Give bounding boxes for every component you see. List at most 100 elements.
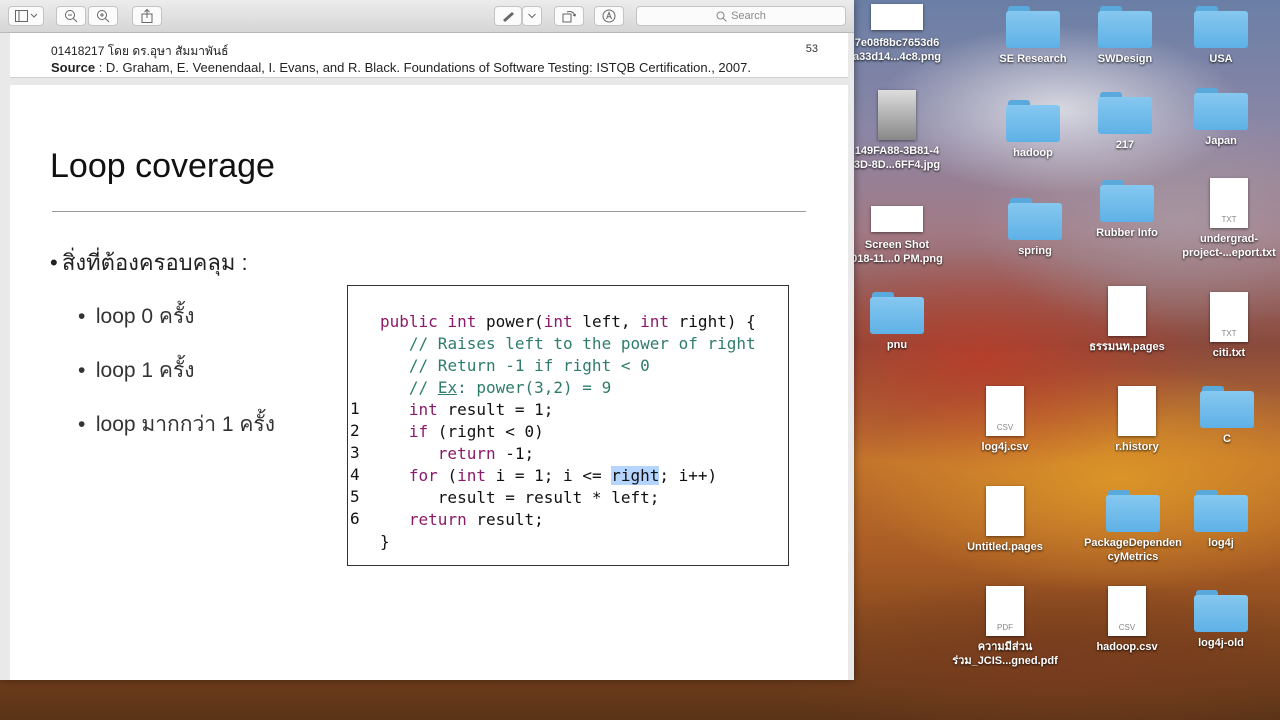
desktop-icon[interactable]: ธรรมนท.pages bbox=[1072, 286, 1182, 354]
desktop-icon[interactable]: 149FA88-3B81-4 3D-8D...6FF4.jpg bbox=[842, 90, 952, 172]
zoom-in-icon bbox=[97, 10, 110, 23]
sub-bullet: • loop 1 ครั้ง bbox=[78, 354, 194, 387]
source-line: Source : D. Graham, E. Veenendaal, I. Ev… bbox=[51, 60, 751, 75]
desktop-icon[interactable]: log4j-old bbox=[1166, 590, 1276, 650]
desktop-icon-label: Screen Shot 018-11...0 PM.png bbox=[851, 239, 943, 265]
folder-icon bbox=[1194, 88, 1248, 130]
desktop-icon-label: citi.txt bbox=[1212, 347, 1246, 359]
desktop-icon[interactable]: SWDesign bbox=[1070, 6, 1180, 66]
preview-window: Search 01418217 โดย ดร.อุษา สัมมาพันธ์ S… bbox=[0, 0, 854, 680]
preview-toolbar: Search bbox=[0, 0, 854, 33]
desktop-icon-label: ความมีส่วน ร่วม_JCIS...gned.pdf bbox=[952, 641, 1058, 667]
desktop-icon-label: Japan bbox=[1205, 135, 1237, 147]
document-icon: TXT bbox=[1210, 178, 1248, 228]
desktop-icon[interactable]: 217 bbox=[1070, 92, 1180, 152]
sub-bullet-text: loop 0 ครั้ง bbox=[95, 305, 195, 328]
desktop-icon[interactable]: TXT citi.txt bbox=[1174, 292, 1280, 360]
document-icon: PDF bbox=[986, 586, 1024, 636]
search-icon bbox=[716, 11, 727, 22]
document-icon bbox=[986, 486, 1024, 536]
folder-icon bbox=[1100, 180, 1154, 222]
desktop-icon-label: log4j.csv bbox=[981, 441, 1029, 453]
photo-thumbnail-icon bbox=[878, 90, 916, 140]
desktop-icon-label: SWDesign bbox=[1097, 53, 1153, 65]
desktop-icon-label: spring bbox=[1018, 245, 1052, 257]
desktop-icon[interactable]: Rubber Info bbox=[1072, 180, 1182, 240]
desktop-icon-label: USA bbox=[1209, 53, 1233, 65]
document-icon: CSV bbox=[986, 386, 1024, 436]
bullet-dot: • bbox=[78, 359, 86, 382]
share-icon bbox=[141, 9, 153, 23]
desktop-icon[interactable]: Screen Shot 018-11...0 PM.png bbox=[842, 206, 952, 266]
desktop-icon[interactable]: TXT undergrad- project-...eport.txt bbox=[1174, 178, 1280, 260]
course-line: 01418217 โดย ดร.อุษา สัมมาพันธ์ bbox=[51, 44, 229, 58]
folder-icon bbox=[1200, 386, 1254, 428]
document-icon bbox=[1108, 286, 1146, 336]
search-field[interactable]: Search bbox=[636, 6, 846, 26]
sub-bullet: • loop 0 ครั้ง bbox=[78, 300, 194, 333]
bullet-dot: • bbox=[78, 413, 86, 436]
code-listing: public int power(int left, int right) { … bbox=[380, 312, 756, 551]
source-label: Source bbox=[51, 60, 96, 75]
main-bullet-text: สิ่งที่ต้องครอบคลุม : bbox=[62, 250, 248, 275]
folder-icon bbox=[1006, 100, 1060, 142]
document-icon bbox=[1118, 386, 1156, 436]
zoom-out-button[interactable] bbox=[56, 6, 86, 26]
desktop-icon[interactable]: Japan bbox=[1166, 88, 1276, 148]
desktop-icon[interactable]: USA bbox=[1166, 6, 1276, 66]
image-thumbnail-icon bbox=[871, 4, 923, 30]
desktop-icon[interactable]: Untitled.pages bbox=[950, 486, 1060, 554]
sidebar-toggle-button[interactable] bbox=[8, 6, 44, 26]
annotate-icon bbox=[602, 9, 616, 23]
line-number: 5 bbox=[350, 487, 360, 506]
folder-icon bbox=[870, 292, 924, 334]
desktop-icon[interactable]: 7e08f8bc7653d6 a33d14...4c8.png bbox=[842, 4, 952, 64]
sub-bullet: • loop มากกว่า 1 ครั้ง bbox=[78, 408, 275, 441]
document-icon: TXT bbox=[1210, 292, 1248, 342]
desktop-icon-label: 217 bbox=[1115, 139, 1135, 151]
markup-dropdown-button[interactable] bbox=[522, 6, 542, 26]
folder-icon bbox=[1194, 490, 1248, 532]
sub-bullet-text: loop มากกว่า 1 ครั้ง bbox=[95, 413, 275, 436]
markup-pen-button[interactable] bbox=[494, 6, 522, 26]
line-number: 4 bbox=[350, 465, 360, 484]
folder-icon bbox=[1106, 490, 1160, 532]
desktop-icon-label: pnu bbox=[886, 339, 908, 351]
source-text: : D. Graham, E. Veenendaal, I. Evans, an… bbox=[95, 60, 751, 75]
line-number: 2 bbox=[350, 421, 360, 440]
desktop-icon[interactable]: C bbox=[1172, 386, 1280, 446]
sidebar-icon bbox=[15, 10, 37, 22]
desktop-icon-label: undergrad- project-...eport.txt bbox=[1182, 233, 1276, 259]
bullet-dot: • bbox=[78, 305, 86, 328]
bullet-dot: • bbox=[50, 250, 58, 275]
document-icon: CSV bbox=[1108, 586, 1146, 636]
folder-icon bbox=[1194, 590, 1248, 632]
line-number: 6 bbox=[350, 509, 360, 528]
annotate-button[interactable] bbox=[594, 6, 624, 26]
rotate-button[interactable] bbox=[554, 6, 584, 26]
slide-title: Loop coverage bbox=[50, 147, 275, 185]
folder-icon bbox=[1006, 6, 1060, 48]
desktop-icon[interactable]: PDF ความมีส่วน ร่วม_JCIS...gned.pdf bbox=[950, 586, 1060, 668]
main-bullet: • สิ่งที่ต้องครอบคลุม : bbox=[50, 245, 248, 280]
zoom-out-icon bbox=[65, 10, 78, 23]
folder-icon bbox=[1098, 6, 1152, 48]
zoom-in-button[interactable] bbox=[88, 6, 118, 26]
desktop-icon[interactable]: pnu bbox=[842, 292, 952, 352]
page-number: 53 bbox=[805, 43, 818, 55]
search-placeholder: Search bbox=[731, 10, 766, 22]
rotate-icon bbox=[562, 11, 576, 23]
desktop-icon[interactable]: CSV log4j.csv bbox=[950, 386, 1060, 454]
title-divider bbox=[52, 211, 806, 212]
folder-icon bbox=[1008, 198, 1062, 240]
desktop-icon-label: Untitled.pages bbox=[967, 541, 1043, 553]
previous-page-footer: 01418217 โดย ดร.อุษา สัมมาพันธ์ Source :… bbox=[10, 33, 848, 78]
desktop-icon-label: 149FA88-3B81-4 3D-8D...6FF4.jpg bbox=[853, 145, 941, 171]
line-number: 3 bbox=[350, 443, 360, 462]
desktop-icon-label: ธรรมนท.pages bbox=[1089, 341, 1165, 353]
desktop-icon-label: log4j-old bbox=[1198, 637, 1244, 649]
share-button[interactable] bbox=[132, 6, 162, 26]
desktop-icon-label: C bbox=[1223, 433, 1231, 445]
desktop-icon[interactable]: log4j bbox=[1166, 490, 1276, 550]
folder-icon bbox=[1098, 92, 1152, 134]
